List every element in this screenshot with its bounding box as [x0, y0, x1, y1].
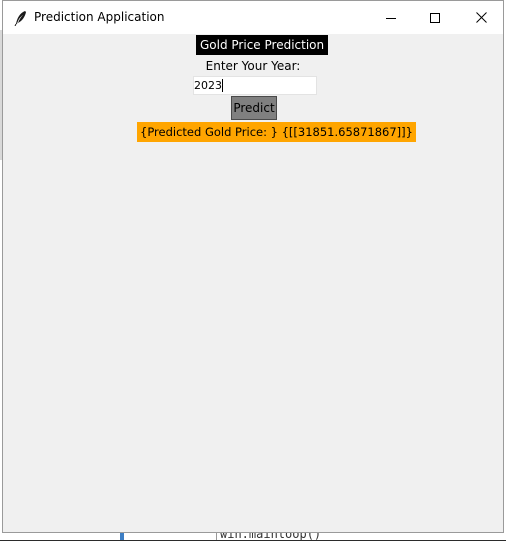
result-label: {Predicted Gold Price: } {[[31851.658718… — [137, 122, 416, 142]
close-icon — [475, 8, 487, 27]
window-title: Prediction Application — [34, 10, 165, 24]
minimize-button[interactable] — [368, 1, 414, 34]
feather-icon — [14, 10, 28, 27]
close-button[interactable] — [458, 1, 504, 34]
maximize-icon — [430, 8, 440, 27]
title-bar[interactable]: Prediction Application — [3, 1, 503, 34]
minimize-icon — [386, 8, 396, 27]
maximize-button[interactable] — [412, 1, 458, 34]
year-input[interactable]: 2023 — [193, 76, 317, 95]
app-content: Gold Price Prediction Enter Your Year: 2… — [3, 34, 503, 532]
year-label: Enter Your Year: — [205, 59, 301, 73]
app-window: Prediction Application Gold Price Predic… — [2, 0, 504, 533]
year-input-value: 2023 — [194, 79, 223, 92]
text-caret — [222, 79, 223, 92]
heading-label: Gold Price Prediction — [196, 35, 329, 55]
predict-button[interactable]: Predict — [231, 96, 277, 120]
